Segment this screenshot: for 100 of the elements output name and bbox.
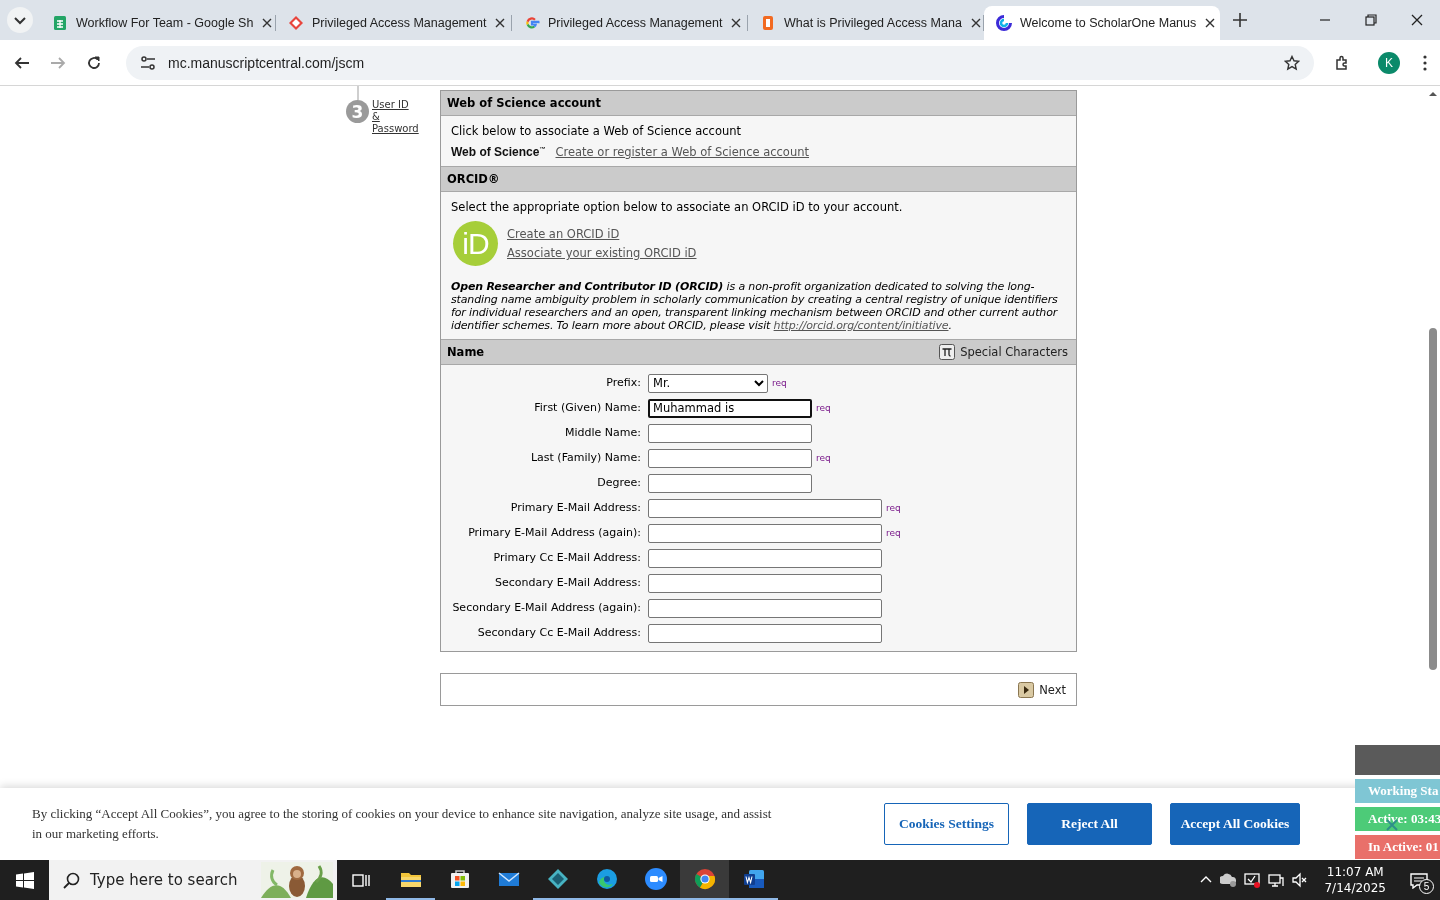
browser-tab[interactable]: Privileged Access Management xyxy=(512,6,748,40)
favicon-icon xyxy=(288,15,304,31)
cookie-button[interactable]: Cookies Settings xyxy=(884,803,1009,845)
browser-icon xyxy=(692,867,717,891)
menu-icon[interactable] xyxy=(1422,54,1428,71)
new-tab-icon[interactable] xyxy=(1232,12,1248,28)
security-icon[interactable] xyxy=(1244,872,1261,888)
close-icon[interactable] xyxy=(1204,17,1217,29)
cloud-icon[interactable] xyxy=(1220,872,1237,888)
step-number: 3 xyxy=(346,100,369,123)
field-label: Last (Family) Name: xyxy=(529,450,641,466)
input-field[interactable] xyxy=(648,498,882,518)
input-field[interactable] xyxy=(648,548,882,568)
orcid-logo: iD xyxy=(453,221,498,266)
orcid-info-link[interactable]: http://orcid.org/content/initiative xyxy=(773,319,949,332)
input-field[interactable]: Muhammad is xyxy=(648,398,812,418)
tab-title: Welcome to ScholarOne Manus xyxy=(1020,16,1197,30)
muted-speaker-icon[interactable] xyxy=(1292,872,1309,888)
notifications-button[interactable]: 5 xyxy=(1402,865,1436,895)
restore-icon[interactable] xyxy=(1365,14,1377,26)
close-icon[interactable] xyxy=(261,17,274,29)
required-mark: req xyxy=(816,403,831,413)
browser-tab[interactable]: Privileged Access Management xyxy=(276,6,512,40)
extensions-icon[interactable] xyxy=(1334,54,1350,71)
play-icon xyxy=(1018,681,1035,698)
tab-title: Privileged Access Management xyxy=(312,16,487,30)
video-call-icon xyxy=(643,867,668,891)
taskbar-app[interactable] xyxy=(680,860,729,900)
network-icon[interactable] xyxy=(1268,872,1285,888)
profile-avatar[interactable]: K xyxy=(1378,51,1400,74)
section-title: Name xyxy=(447,344,485,361)
field-label: Middle Name: xyxy=(564,425,641,441)
special-characters-link[interactable]: Special Characters xyxy=(939,340,1068,364)
orcid-description: Open Researcher and Contributor ID (ORCID) is a non-profit organization dedicated to solving the long-standing name ambiguity problem in scholarly communication by creating a central registry of unique identifiers for individual researchers and an open, transparent linking mechanism between ORCID and other current author identifier schemes. To learn more about ORCID, please visit http://orcid.org/content/initiative. xyxy=(451,280,1059,332)
close-icon[interactable] xyxy=(730,17,743,29)
field-label: Secondary Cc E-Mail Address: xyxy=(476,625,641,641)
close-icon[interactable] xyxy=(494,17,507,29)
close-icon[interactable] xyxy=(1411,14,1423,26)
browser-tab[interactable]: Workflow For Team - Google Sh xyxy=(40,6,276,40)
field-label: Prefix: xyxy=(605,375,641,391)
register-link[interactable]: Create or register a Web of Science account xyxy=(555,145,809,159)
required-mark: req xyxy=(772,378,787,388)
reload-icon[interactable] xyxy=(86,54,102,71)
field-label: Secondary E-Mail Address (again): xyxy=(451,600,641,616)
required-mark: req xyxy=(886,528,901,538)
section-header: Web of Science account xyxy=(441,91,1076,116)
tab-search-icon[interactable] xyxy=(6,6,34,34)
input-field[interactable] xyxy=(648,598,882,618)
status-item: Active: 03:43 xyxy=(1355,807,1440,831)
input-field[interactable] xyxy=(648,573,882,593)
task-view-icon[interactable] xyxy=(352,871,370,889)
tab-title: Workflow For Team - Google Sh xyxy=(76,16,254,30)
input-field[interactable] xyxy=(648,623,882,643)
windows-start-icon[interactable] xyxy=(16,871,34,889)
status-item: In Active: 01 xyxy=(1355,835,1440,859)
cookie-notice-text: By clicking “Accept All Cookies”, you agree to the storing of cookies on your device to enhance site navigation, analyze site usage, and assist in our marketing efforts. xyxy=(32,805,773,843)
field-label: Primary E-Mail Address (again): xyxy=(467,525,641,541)
favicon-icon xyxy=(524,15,540,31)
input-field[interactable] xyxy=(648,523,882,543)
favicon-icon xyxy=(52,15,68,31)
field-label: First (Given) Name: xyxy=(533,400,641,416)
address-bar[interactable]: mc.manuscriptcentral.com/jscm xyxy=(126,45,1314,80)
web-of-science-logo: Web of Science$^{™}$ xyxy=(451,145,546,159)
status-item: Working Sta xyxy=(1355,779,1440,803)
back-icon[interactable] xyxy=(14,54,30,71)
taskbar-search-field[interactable]: Type here to search xyxy=(49,860,337,900)
favicon-icon xyxy=(760,15,776,31)
required-mark: req xyxy=(816,453,831,463)
section-header: ORCID® xyxy=(441,166,1076,192)
instruction-text: Select the appropriate option below to associate an ORCID iD to your account. xyxy=(451,200,904,214)
browser-icon xyxy=(594,867,619,891)
cookie-button[interactable]: Accept All Cookies xyxy=(1170,803,1300,845)
search-placeholder: Type here to search xyxy=(90,871,239,889)
pi-icon xyxy=(939,344,956,360)
orcid-link[interactable]: Create an ORCID iD xyxy=(507,227,697,241)
field-label: Primary Cc E-Mail Address: xyxy=(492,550,641,566)
close-icon[interactable] xyxy=(969,17,982,29)
instruction-text: Click below to associate a Web of Science account xyxy=(451,124,742,138)
browser-tab[interactable]: Welcome to ScholarOne Manus xyxy=(984,6,1220,40)
site-info-icon[interactable] xyxy=(140,54,156,71)
search-icon xyxy=(63,871,80,889)
orcid-link[interactable]: Associate your existing ORCID iD xyxy=(507,246,697,260)
tab-title: What is Privileged Access Mana xyxy=(784,16,962,30)
notification-badge: 5 xyxy=(1419,879,1434,894)
field-label: Primary E-Mail Address: xyxy=(509,500,641,516)
cookie-button[interactable]: Reject All xyxy=(1027,803,1152,845)
next-button[interactable]: Next xyxy=(1018,681,1066,698)
required-mark: req xyxy=(886,503,901,513)
favicon-icon xyxy=(996,15,1012,31)
field-label: Secondary E-Mail Address: xyxy=(493,575,641,591)
url-text: mc.manuscriptcentral.com/jscm xyxy=(168,54,365,71)
input-field[interactable] xyxy=(648,448,812,468)
star-icon[interactable] xyxy=(1284,54,1300,71)
prefix-select[interactable]: Mr. xyxy=(648,373,768,393)
taskbar-clock[interactable]: 11:07 AM 7/14/2025 xyxy=(1324,864,1386,896)
browser-tab[interactable]: What is Privileged Access Mana xyxy=(748,6,984,40)
input-field[interactable] xyxy=(648,473,812,493)
tab-title: Privileged Access Management xyxy=(548,16,723,30)
input-field[interactable] xyxy=(648,423,812,443)
document-icon xyxy=(741,867,766,891)
